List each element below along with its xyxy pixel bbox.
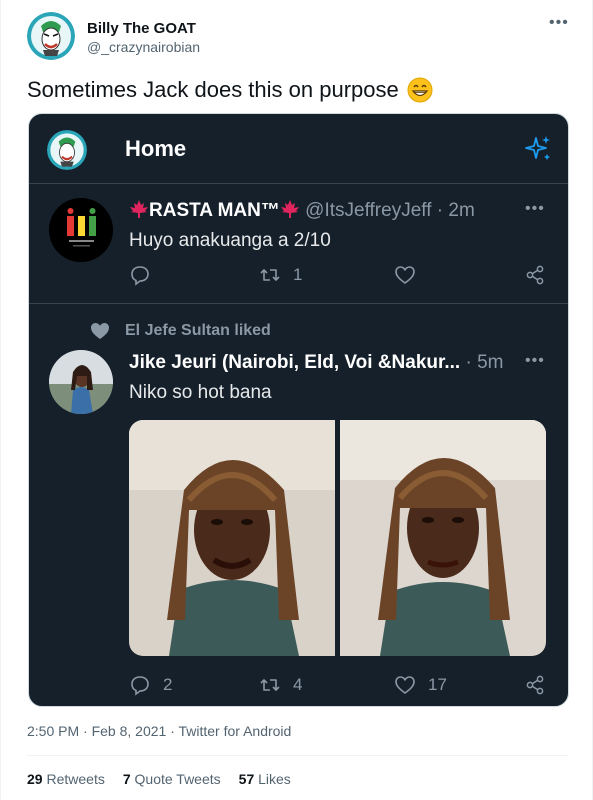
reply-icon — [131, 266, 149, 286]
reply-count: 2 — [163, 675, 173, 694]
social-context: El Jefe Sultan liked — [89, 320, 271, 342]
quotes-stat[interactable]: 7 Quote Tweets — [123, 771, 221, 787]
heart-filled-icon — [91, 323, 109, 339]
tweet2-header: Jike Jeuri (Nairobi, Eld, Voi &Nakur... … — [129, 352, 503, 374]
share-button[interactable] — [524, 674, 546, 696]
tweet1-author-name[interactable]: RASTA MAN™ — [149, 200, 280, 221]
retweets-stat[interactable]: 29 Retweets — [27, 771, 105, 787]
maple-leaf-icon — [129, 200, 149, 218]
divider — [27, 755, 568, 756]
retweet-count: 1 — [293, 265, 303, 284]
tweet1-header: RASTA MAN™ @ItsJeffreyJeff · 2m — [129, 200, 475, 222]
tweet-timestamp[interactable]: 2:50 PM · Feb 8, 2021 · Twitter for Andr… — [27, 723, 291, 739]
tweet1-text: Huyo anakuanga a 2/10 — [129, 230, 331, 251]
tweet2-actions: 2 4 17 — [129, 674, 549, 700]
like-count: 17 — [428, 675, 447, 694]
liked-by-text[interactable]: El Jefe Sultan liked — [125, 322, 271, 340]
home-avatar[interactable] — [47, 130, 87, 170]
reply-button[interactable]: 2 — [129, 674, 172, 696]
like-button[interactable]: 17 — [394, 674, 447, 696]
jike-avatar[interactable] — [49, 350, 113, 414]
tweet1-time[interactable]: · 2m — [437, 200, 475, 221]
retweet-count: 4 — [293, 675, 303, 694]
media-grid — [129, 420, 546, 656]
timeline-tweet[interactable]: RASTA MAN™ @ItsJeffreyJeff · 2m ••• Huyo… — [29, 184, 568, 304]
retweet-button[interactable]: 4 — [259, 674, 302, 696]
author-handle[interactable]: @_crazynairobian — [87, 39, 200, 55]
share-icon — [526, 675, 544, 695]
author-avatar[interactable] — [27, 12, 75, 60]
share-button[interactable] — [524, 264, 546, 286]
likes-label: Likes — [258, 771, 291, 787]
home-title: Home — [125, 136, 187, 161]
timeline-tweet[interactable]: El Jefe Sultan liked Jike Jeuri (Nairobi… — [29, 304, 568, 706]
quotes-count: 7 — [122, 771, 131, 787]
tweet2-text: Niko so hot bana — [129, 382, 272, 403]
tweet-text-content: Sometimes Jack does this on purpose — [27, 77, 399, 102]
tweet1-actions: 1 — [129, 264, 549, 290]
retweets-count: 29 — [27, 771, 43, 787]
photo-2[interactable] — [339, 420, 547, 656]
reply-icon — [131, 676, 149, 696]
retweets-label: Retweets — [46, 771, 105, 787]
heart-icon — [395, 266, 415, 284]
quotes-label: Quote Tweets — [134, 771, 221, 787]
retweet-icon — [260, 269, 280, 281]
heart-icon — [395, 676, 415, 694]
tweet-card: Billy The GOAT @_crazynairobian ••• Some… — [0, 0, 593, 800]
like-button[interactable] — [394, 264, 428, 286]
retweet-icon — [260, 679, 280, 691]
rasta-avatar[interactable] — [49, 198, 113, 262]
tweet-text: Sometimes Jack does this on purpose — [27, 77, 433, 103]
tweet2-time[interactable]: · 5m — [465, 352, 503, 373]
likes-stat[interactable]: 57 Likes — [239, 771, 291, 787]
sparkle-icon[interactable] — [523, 134, 553, 164]
home-header: Home — [29, 114, 568, 184]
grinning-face-emoji — [407, 77, 433, 103]
likes-count: 57 — [238, 771, 255, 787]
photo-1[interactable] — [129, 420, 336, 656]
retweet-button[interactable]: 1 — [259, 264, 302, 286]
author-name[interactable]: Billy The GOAT — [87, 20, 196, 37]
tweet-stats: 29 Retweets 7 Quote Tweets 57 Likes — [27, 771, 291, 787]
share-icon — [526, 265, 544, 285]
more-icon[interactable]: ••• — [549, 14, 569, 32]
tweet2-author-name[interactable]: Jike Jeuri (Nairobi, Eld, Voi &Nakur... — [129, 352, 460, 373]
reply-button[interactable] — [129, 264, 163, 286]
maple-leaf-icon — [280, 200, 300, 218]
embedded-screenshot: Home RASTA MAN™ @ItsJeffreyJeff · 2m •••… — [28, 113, 569, 707]
tweet1-handle[interactable]: @ItsJeffreyJeff — [305, 200, 431, 221]
more-icon[interactable]: ••• — [525, 200, 545, 218]
more-icon[interactable]: ••• — [525, 352, 545, 370]
